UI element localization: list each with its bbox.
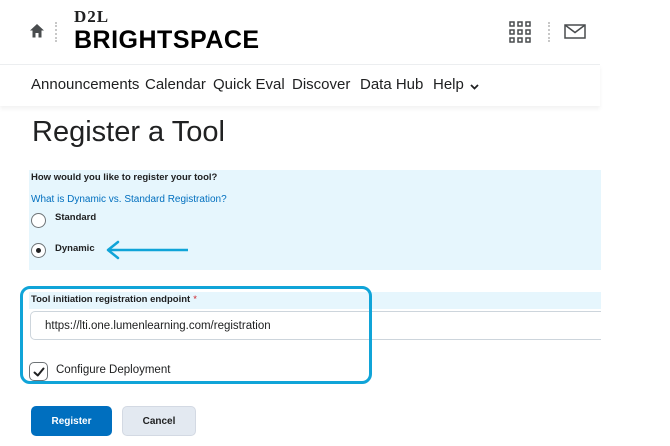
nav-help-label: Help <box>433 76 464 93</box>
register-button[interactable]: Register <box>31 406 112 436</box>
configure-deployment-label[interactable]: Configure Deployment <box>56 364 170 376</box>
cancel-button[interactable]: Cancel <box>122 406 196 436</box>
radio-dynamic-label[interactable]: Dynamic <box>55 243 95 254</box>
endpoint-label: Tool initiation registration endpoint * <box>31 294 197 305</box>
header-divider <box>548 22 550 42</box>
radio-standard-label[interactable]: Standard <box>55 212 96 223</box>
home-icon[interactable] <box>28 22 46 40</box>
logo-brightspace-text: BRIGHTSPACE <box>74 26 260 54</box>
nav-item-quick-eval[interactable]: Quick Eval <box>213 76 285 93</box>
endpoint-label-text: Tool initiation registration endpoint <box>31 294 191 305</box>
mail-icon[interactable] <box>564 24 586 44</box>
radio-standard[interactable] <box>31 213 46 228</box>
annotation-arrow-icon <box>104 240 190 265</box>
registration-question-label: How would you like to register your tool… <box>31 172 218 183</box>
top-header: D2L BRIGHTSPACE <box>0 0 600 64</box>
radio-dynamic[interactable] <box>31 243 46 258</box>
nav-item-announcements[interactable]: Announcements <box>31 76 139 93</box>
nav-item-help[interactable]: Help <box>433 76 479 94</box>
header-divider <box>55 22 57 42</box>
registration-help-link[interactable]: What is Dynamic vs. Standard Registratio… <box>31 194 227 205</box>
logo-d2l-text: D2L <box>74 7 110 26</box>
brightspace-logo[interactable]: D2L BRIGHTSPACE <box>74 8 260 54</box>
nav-item-calendar[interactable]: Calendar <box>145 76 206 93</box>
main-navigation: Announcements Calendar Quick Eval Discov… <box>0 64 600 106</box>
nav-item-data-hub[interactable]: Data Hub <box>360 76 423 93</box>
nav-item-discover[interactable]: Discover <box>292 76 350 93</box>
chevron-down-icon <box>470 77 479 94</box>
waffle-grid-icon[interactable] <box>509 21 531 48</box>
endpoint-url-input[interactable] <box>30 311 601 340</box>
page-title: Register a Tool <box>32 116 225 148</box>
required-marker: * <box>193 294 197 305</box>
configure-deployment-checkbox[interactable] <box>29 362 48 381</box>
